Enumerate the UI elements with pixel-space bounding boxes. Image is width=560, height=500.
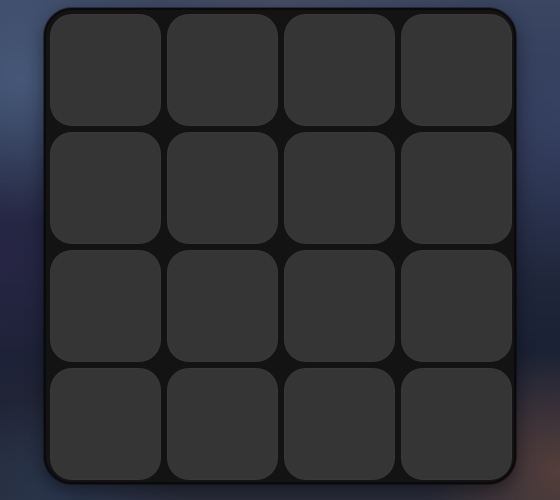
tile-r1-c1[interactable] — [50, 14, 161, 126]
tile-r1-c4[interactable] — [401, 14, 512, 126]
tile-r2-c2[interactable] — [167, 132, 278, 244]
tile-r3-c1[interactable] — [50, 250, 161, 362]
tile-r3-c3[interactable] — [284, 250, 395, 362]
tile-r2-c3[interactable] — [284, 132, 395, 244]
tile-r1-c3[interactable] — [284, 14, 395, 126]
tile-r3-c4[interactable] — [401, 250, 512, 362]
tile-r4-c1[interactable] — [50, 368, 161, 480]
tile-r4-c3[interactable] — [284, 368, 395, 480]
tile-r2-c4[interactable] — [401, 132, 512, 244]
tile-r4-c2[interactable] — [167, 368, 278, 480]
tile-grid — [50, 14, 512, 480]
control-panel-grid — [44, 8, 516, 484]
tile-r3-c2[interactable] — [167, 250, 278, 362]
tile-r2-c1[interactable] — [50, 132, 161, 244]
tile-r1-c2[interactable] — [167, 14, 278, 126]
tile-r4-c4[interactable] — [401, 368, 512, 480]
